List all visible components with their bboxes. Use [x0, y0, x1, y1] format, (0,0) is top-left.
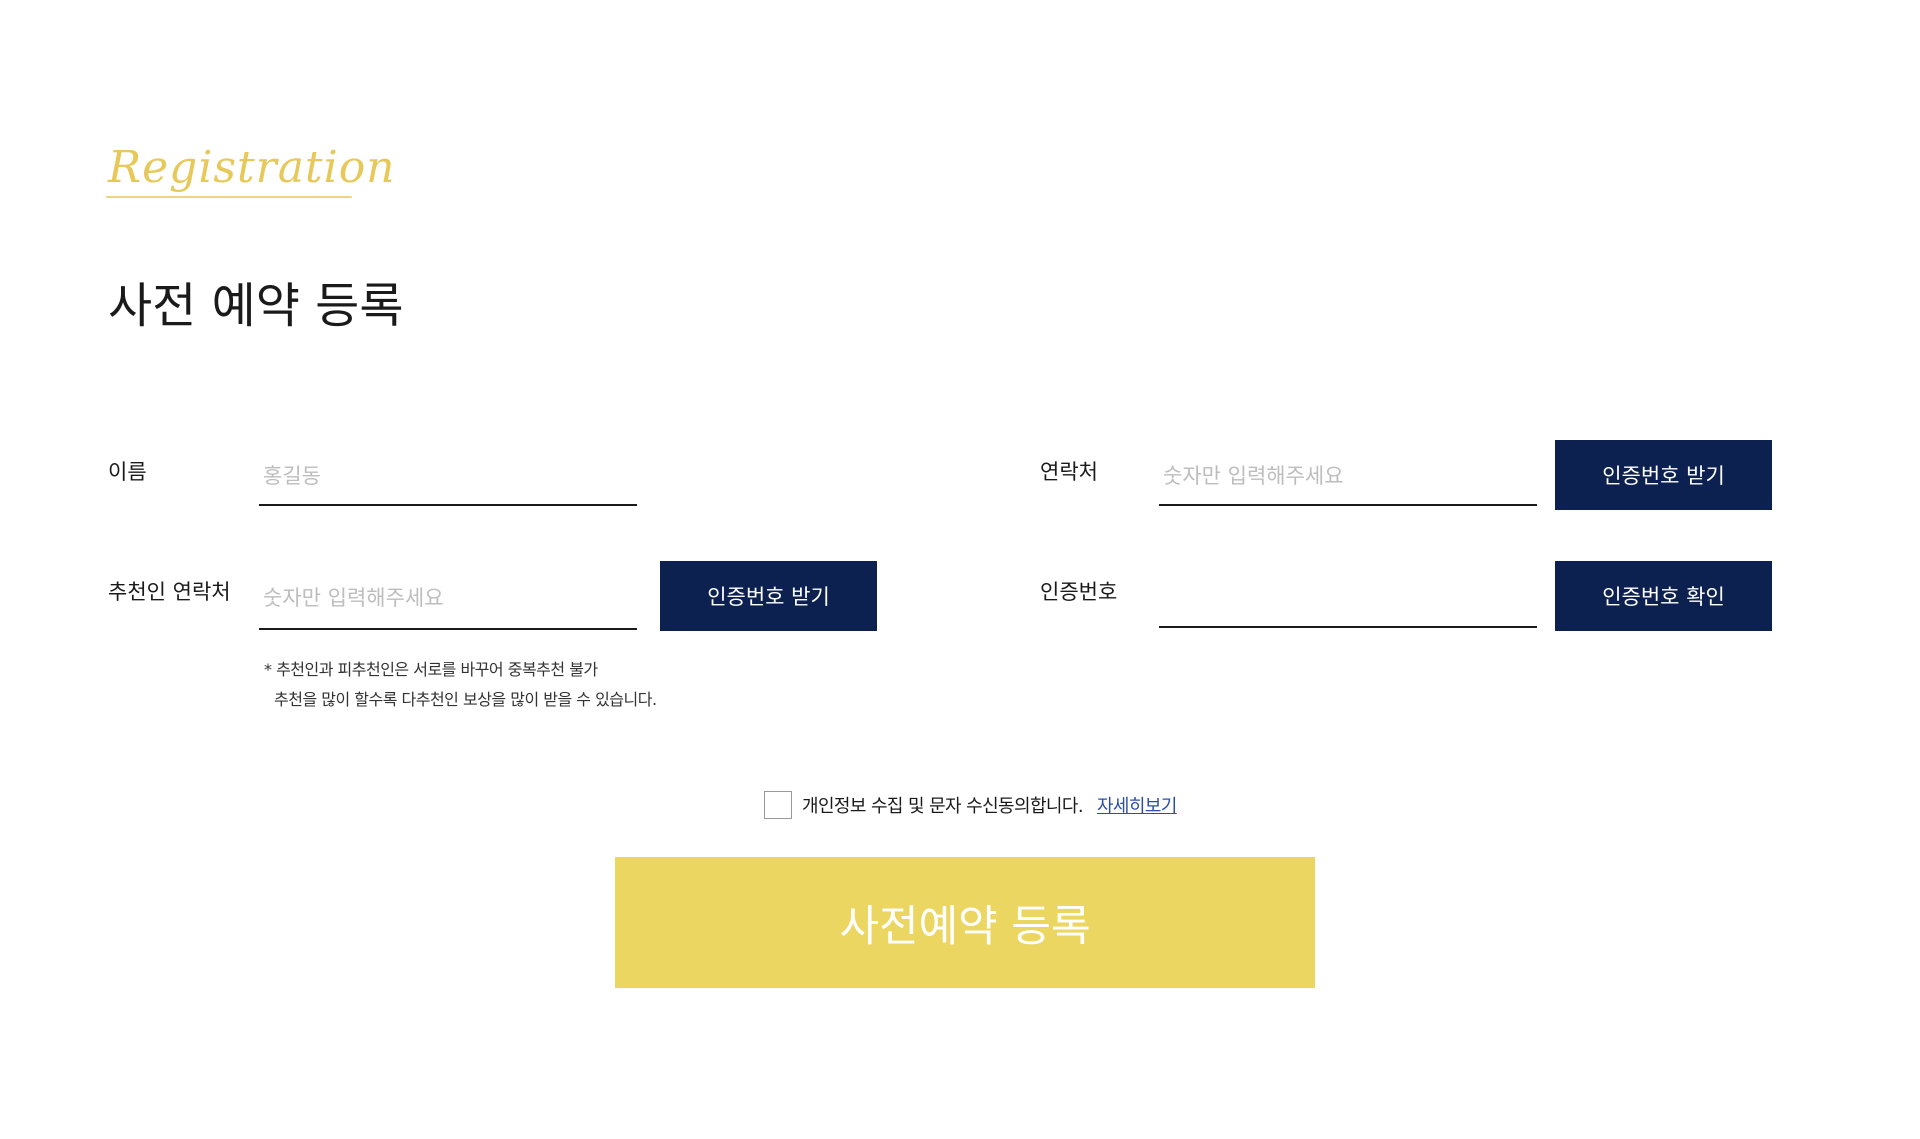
referral-note-line-1: * 추천인과 피추천인은 서로를 바꾸어 중복추천 불가	[264, 660, 598, 679]
page-title: 사전 예약 등록	[108, 278, 404, 334]
referral-note: * 추천인과 피추천인은 서로를 바꾸어 중복추천 불가 추천을 많이 할수록 …	[264, 655, 657, 715]
referrer-contact-input[interactable]	[259, 568, 637, 630]
verify-code-button[interactable]: 인증번호 확인	[1555, 561, 1772, 631]
pre-registration-submit-button[interactable]: 사전예약 등록	[615, 857, 1315, 988]
referral-note-line-2: 추천을 많이 할수록 다추천인 보상을 많이 받을 수 있습니다.	[274, 690, 657, 709]
name-label: 이름	[108, 460, 147, 484]
verification-code-label: 인증번호	[1040, 580, 1118, 604]
agreement-text: 개인정보 수집 및 문자 수신동의합니다.	[802, 796, 1084, 817]
registration-page: Registration 사전 예약 등록 이름 연락처 인증번호 받기 추천인…	[0, 0, 1920, 1139]
contact-request-code-button[interactable]: 인증번호 받기	[1555, 440, 1772, 510]
contact-input[interactable]	[1159, 448, 1537, 506]
agreement-row: 개인정보 수집 및 문자 수신동의합니다. 자세히보기	[764, 790, 1177, 820]
contact-label: 연락처	[1040, 460, 1098, 484]
referrer-contact-label: 추천인 연락처	[108, 580, 231, 604]
verification-code-input[interactable]	[1159, 568, 1537, 628]
agreement-details-link[interactable]: 자세히보기	[1097, 792, 1177, 818]
registration-script-title: Registration	[108, 142, 396, 193]
agreement-checkbox[interactable]	[764, 791, 792, 819]
name-input[interactable]	[259, 448, 637, 506]
script-title-underline	[106, 196, 352, 198]
referrer-request-code-button[interactable]: 인증번호 받기	[660, 561, 877, 631]
